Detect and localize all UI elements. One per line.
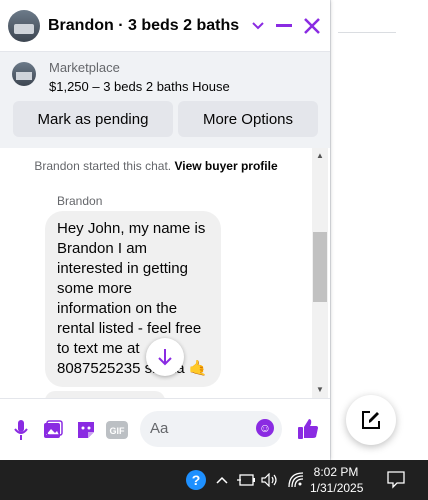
thumbs-up-icon[interactable] [296, 417, 320, 441]
photo-icon[interactable] [42, 419, 64, 441]
scrollbar-thumb[interactable] [313, 232, 327, 302]
chat-start-notice: Brandon started this chat. View buyer pr… [0, 159, 312, 173]
sender-name: Brandon [57, 194, 103, 208]
message-input[interactable]: Aa ☺ [140, 411, 282, 447]
notification-icon[interactable] [384, 468, 408, 492]
view-buyer-profile-link[interactable]: View buyer profile [174, 159, 277, 173]
taskbar: ? 8:02 PM 1/31/2025 [0, 460, 428, 500]
scroll-to-bottom-button[interactable] [146, 338, 184, 376]
emoji-icon[interactable]: ☺ [256, 419, 274, 437]
avatar[interactable] [8, 9, 40, 42]
sticker-icon[interactable] [75, 419, 97, 441]
listing-thumbnail[interactable] [12, 62, 36, 86]
svg-text:GIF: GIF [110, 426, 126, 436]
close-icon[interactable] [300, 14, 324, 38]
chat-header[interactable]: Brandon · 3 beds 2 baths [0, 0, 330, 52]
background-divider [338, 32, 396, 33]
scroll-up-arrow-icon[interactable]: ▲ [312, 150, 328, 162]
more-options-button[interactable]: More Options [178, 101, 318, 137]
composer-bar: GIF Aa ☺ [0, 398, 330, 460]
chat-window: Brandon · 3 beds 2 baths Marketplace $1,… [0, 0, 330, 460]
scrollbar[interactable]: ▲ ▼ [312, 148, 328, 398]
clock-date: 1/31/2025 [310, 481, 364, 495]
message-bubble: Hey John, my name is Brandon I am intere… [45, 211, 221, 387]
new-message-button[interactable] [346, 395, 396, 445]
scroll-down-arrow-icon[interactable]: ▼ [312, 384, 328, 396]
help-icon[interactable]: ? [184, 468, 208, 492]
listing-title[interactable]: $1,250 – 3 beds 2 baths House [49, 79, 230, 94]
gif-icon[interactable]: GIF [106, 419, 128, 441]
chat-title[interactable]: Brandon · 3 beds 2 baths [48, 17, 239, 35]
marketplace-label: Marketplace [49, 60, 120, 75]
chat-start-text: Brandon started this chat. [34, 159, 175, 173]
message-input-placeholder: Aa [150, 420, 169, 437]
compose-icon [362, 411, 380, 429]
microphone-icon[interactable] [10, 419, 32, 441]
wifi-icon[interactable] [286, 468, 306, 492]
clock[interactable]: 8:02 PM 1/31/2025 [310, 464, 364, 496]
message-bubble-next [45, 391, 165, 398]
svg-text:?: ? [192, 472, 201, 488]
battery-icon[interactable] [236, 468, 256, 492]
mark-as-pending-button[interactable]: Mark as pending [13, 101, 173, 137]
clock-time: 8:02 PM [313, 465, 359, 479]
speaker-icon[interactable] [260, 468, 280, 492]
chevron-up-icon[interactable] [214, 468, 230, 492]
chevron-down-icon[interactable] [246, 14, 270, 38]
background-page [330, 0, 428, 460]
screen: Brandon · 3 beds 2 baths Marketplace $1,… [0, 0, 428, 500]
minimize-icon[interactable] [272, 14, 296, 38]
message-thread[interactable]: Brandon started this chat. View buyer pr… [0, 148, 330, 398]
marketplace-banner: Marketplace $1,250 – 3 beds 2 baths Hous… [0, 52, 330, 148]
